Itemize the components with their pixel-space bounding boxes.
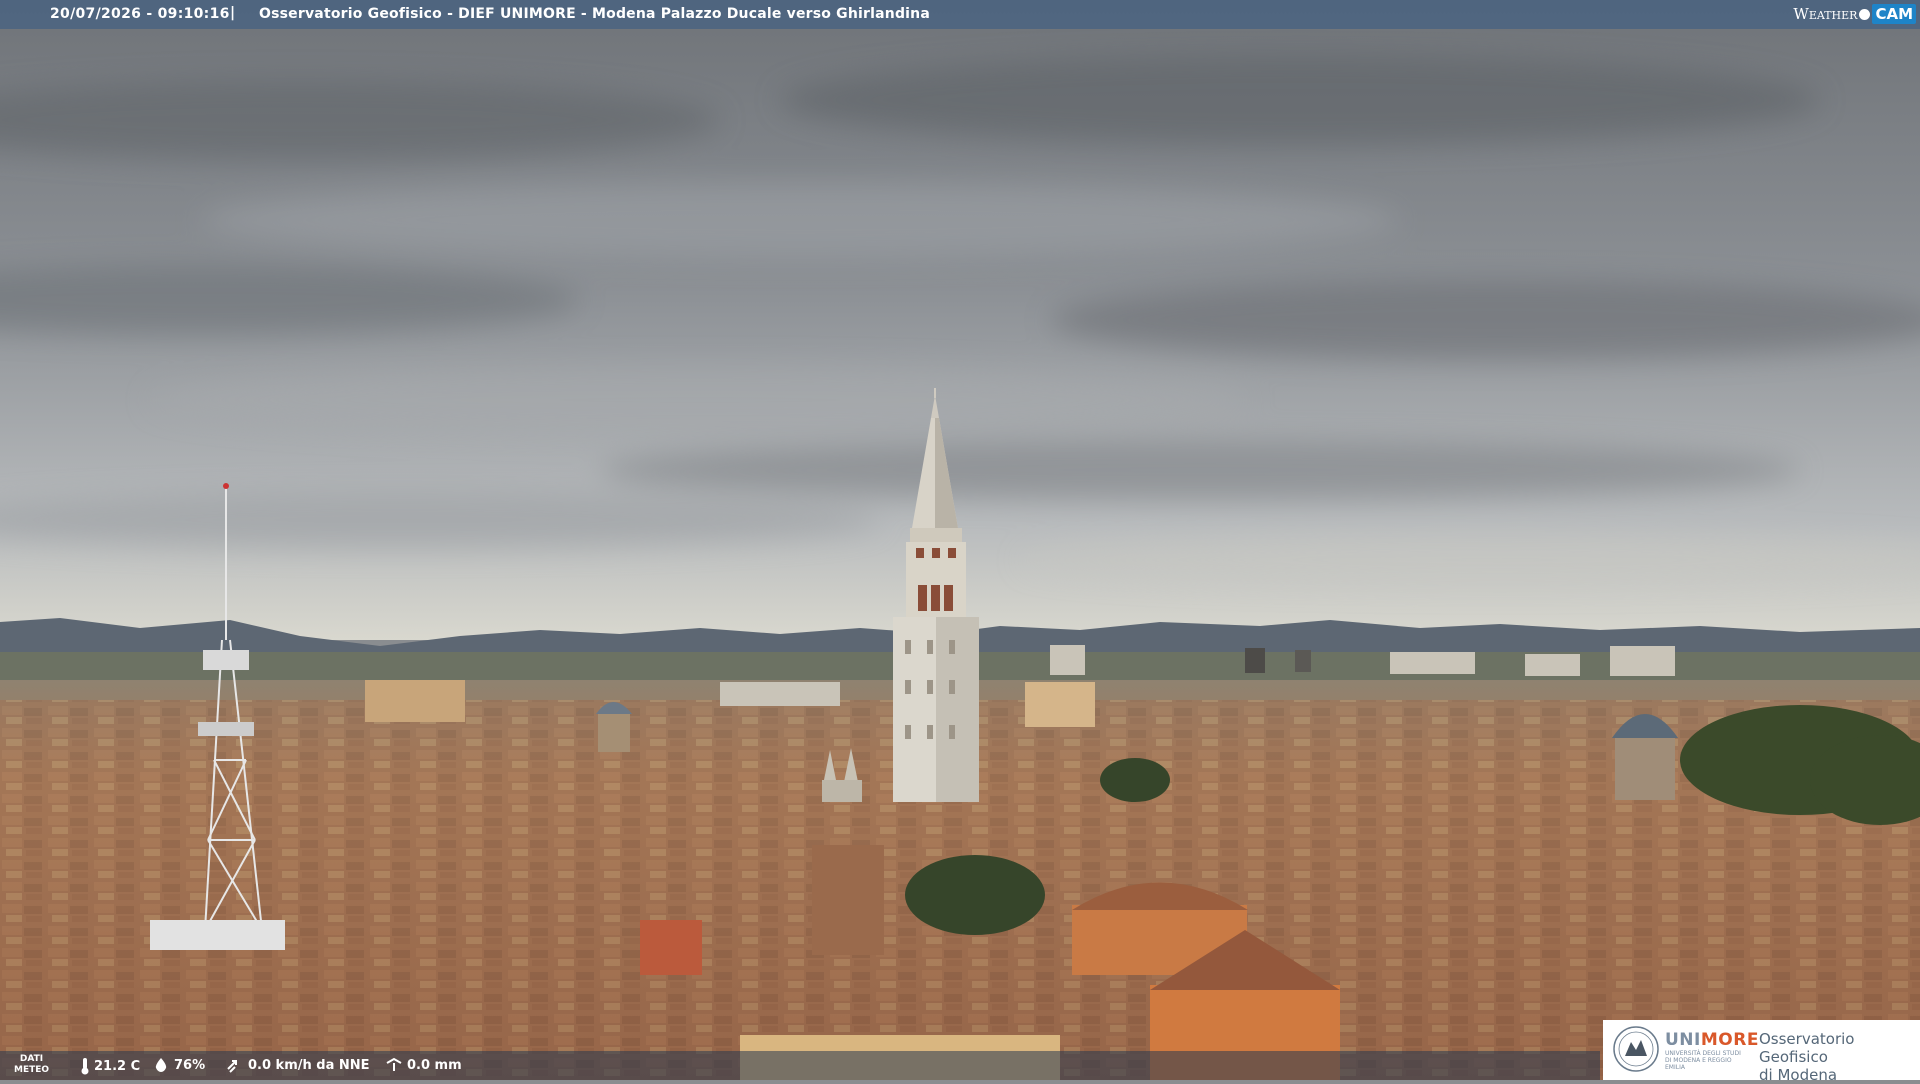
dome-left [596, 702, 632, 752]
rain-readout: 0.0 mm [385, 1057, 462, 1073]
wind-readout: 0.0 km/h da NNE [226, 1057, 370, 1073]
weathercam-logo: Weather CAM [1793, 3, 1916, 25]
timestamp: 20/07/2026 - 09:10:16 [50, 6, 230, 22]
weathercam-dot-icon [1859, 8, 1871, 20]
weathercam-logo-word: Weather [1793, 5, 1858, 23]
weathercam-logo-cam: CAM [1872, 4, 1916, 24]
unimore-wordmark-more: MORE [1700, 1030, 1759, 1050]
humidity-drop-icon [152, 1057, 170, 1073]
observatory-line1: Osservatorio Geofisico [1759, 1030, 1855, 1066]
wind-value: 0.0 km/h da NNE [248, 1057, 370, 1073]
rain-value: 0.0 mm [407, 1057, 462, 1073]
wind-icon [226, 1057, 244, 1073]
unimore-branding: UNIMORE UNIVERSITÀ DEGLI STUDI DI MODENA… [1603, 1020, 1920, 1084]
university-seal-icon [1611, 1024, 1661, 1078]
unimore-subtitle: UNIVERSITÀ DEGLI STUDI DI MODENA E REGGI… [1665, 1050, 1741, 1071]
observatory-name: Osservatorio Geofisico di Modena [1759, 1030, 1920, 1084]
observatory-line2: di Modena [1759, 1066, 1838, 1084]
rain-gauge-icon [385, 1057, 403, 1073]
thermometer-icon [80, 1057, 90, 1075]
caption-separator: | [230, 5, 236, 21]
meteo-label-line1: DATI [19, 1054, 44, 1064]
humidity-readout: 76% [152, 1057, 205, 1073]
unimore-wordmark-uni: UNI [1665, 1030, 1701, 1050]
caption-bar: 20/07/2026 - 09:10:16 | Osservatorio Geo… [0, 0, 1920, 29]
meteo-label: DATI METEO [14, 1054, 49, 1076]
meteo-label-line2: METEO [14, 1065, 50, 1075]
dome-right [1612, 714, 1678, 800]
meteo-data-bar: DATI METEO 21.2 C 76% 0.0 km/h da NNE 0.… [0, 1051, 1600, 1080]
temperature-value: 21.2 C [94, 1058, 141, 1074]
temperature-readout: 21.2 C [80, 1057, 140, 1075]
camera-title: Osservatorio Geofisico - DIEF UNIMORE - … [259, 6, 930, 22]
unimore-wordmark: UNIMORE [1665, 1030, 1759, 1050]
webcam-scene [0, 0, 1920, 1080]
humidity-value: 76% [174, 1057, 206, 1073]
